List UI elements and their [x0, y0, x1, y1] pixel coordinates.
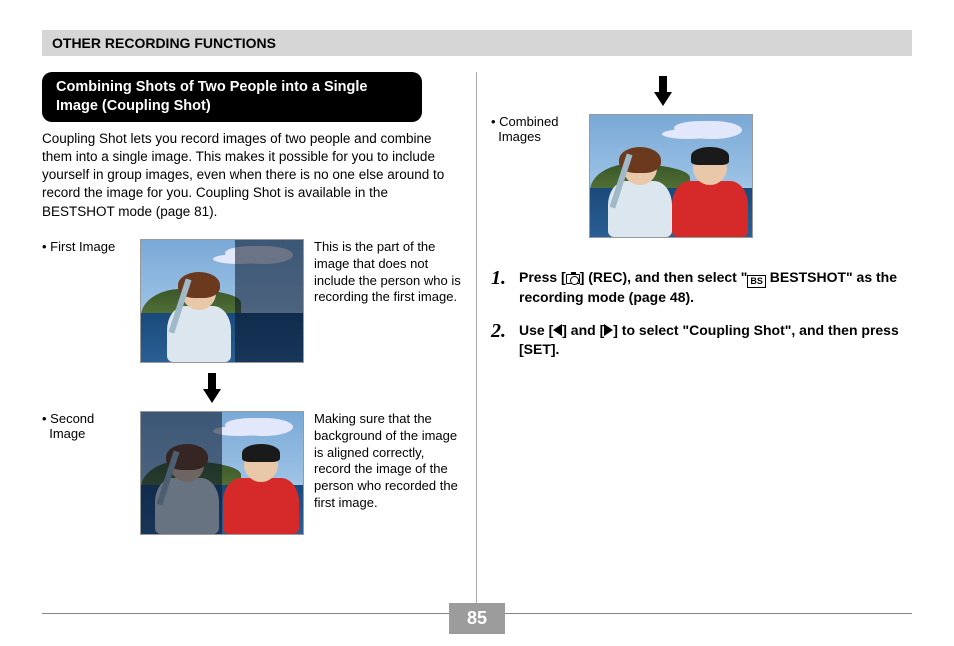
combined-image-label: • Combined Images — [491, 114, 579, 144]
second-image-caption: Making sure that the background of the i… — [314, 411, 462, 512]
section-header: OTHER RECORDING FUNCTIONS — [42, 30, 912, 56]
second-image-photo — [140, 411, 304, 535]
step-2-text: Use [] and [] to select "Coupling Shot",… — [519, 321, 912, 359]
step-2-number: 2. — [491, 321, 511, 359]
step-2: 2. Use [] and [] to select "Coupling Sho… — [491, 321, 912, 359]
second-image-label: • Second Image — [42, 411, 130, 441]
first-image-photo — [140, 239, 304, 363]
first-image-row: • First Image This is the part of the im… — [42, 239, 462, 363]
step-1-text: Press [] (REC), and then select "BS BEST… — [519, 268, 912, 307]
camera-icon — [566, 274, 580, 284]
step-1-number: 1. — [491, 268, 511, 307]
step-1: 1. Press [] (REC), and then select "BS B… — [491, 268, 912, 307]
right-column: • Combined Images 1. Press [] (REC), and… — [477, 72, 912, 612]
right-triangle-icon — [604, 324, 613, 336]
second-image-row: • Second Image Making sure that the back… — [42, 411, 462, 535]
left-triangle-icon — [553, 324, 562, 336]
first-image-label: • First Image — [42, 239, 130, 254]
arrow-down-icon — [192, 389, 232, 403]
intro-paragraph: Coupling Shot lets you record images of … — [42, 130, 462, 221]
left-column: Combining Shots of Two People into a Sin… — [42, 72, 477, 612]
bs-icon: BS — [747, 275, 766, 288]
two-column-layout: Combining Shots of Two People into a Sin… — [42, 72, 912, 612]
first-image-caption: This is the part of the image that does … — [314, 239, 462, 307]
arrow-down-icon — [643, 92, 683, 106]
topic-heading: Combining Shots of Two People into a Sin… — [42, 72, 422, 122]
page-number-wrap: 85 — [0, 603, 954, 634]
page-number: 85 — [449, 603, 505, 634]
combined-image-row: • Combined Images — [491, 114, 912, 238]
combined-image-photo — [589, 114, 753, 238]
